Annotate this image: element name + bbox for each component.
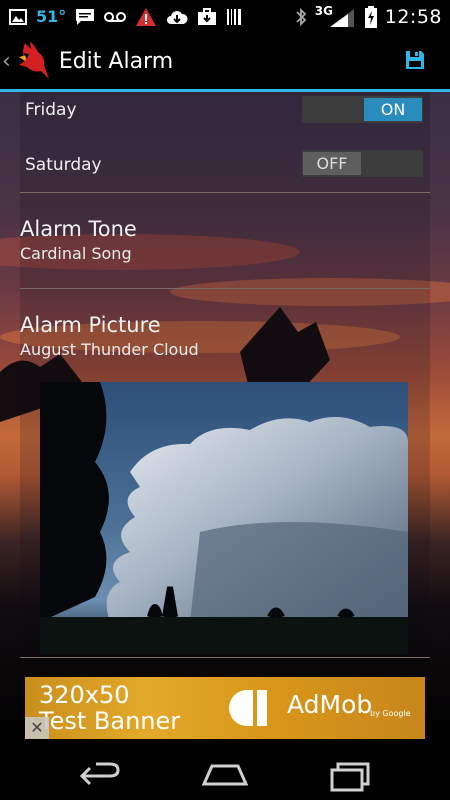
ad-banner[interactable]: 320x50 Test Banner AdMob by Google ✕ <box>25 677 425 739</box>
admob-brand: AdMob <box>287 690 373 719</box>
alarm-settings-content[interactable]: Friday ON Saturday OFF Alarm Tone Cardin… <box>0 92 450 752</box>
action-bar: ‹ Edit Alarm <box>0 33 450 92</box>
cardinal-bird-icon[interactable] <box>11 39 51 83</box>
navigation-bar <box>0 752 450 800</box>
divider <box>20 657 430 658</box>
image-icon <box>9 8 27 25</box>
day-row-saturday: Saturday OFF <box>25 150 425 205</box>
alarm-tone-setting[interactable]: Alarm Tone Cardinal Song <box>20 217 430 263</box>
toggle-state: ON <box>364 98 422 121</box>
day-row-friday: Friday ON <box>25 96 425 150</box>
close-icon[interactable]: ✕ <box>25 717 49 739</box>
floppy-save-icon[interactable] <box>404 49 426 71</box>
toggle-state: OFF <box>303 152 361 175</box>
chat-icon <box>76 8 95 25</box>
alarm-picture-value: August Thunder Cloud <box>20 340 199 359</box>
clock: 12:58 <box>384 5 442 28</box>
ad-size-label: 320x50 <box>39 681 130 709</box>
temperature: 51° <box>36 7 67 26</box>
home-icon[interactable] <box>200 758 250 794</box>
ad-test-label: Test Banner <box>39 707 181 735</box>
day-label: Friday <box>25 100 77 120</box>
voicemail-icon <box>104 11 127 22</box>
briefcase-icon <box>198 7 217 25</box>
friday-toggle[interactable]: ON <box>302 96 423 123</box>
admob-logo-icon <box>229 690 267 726</box>
day-label: Saturday <box>25 155 102 175</box>
battery-icon <box>364 5 377 28</box>
page-title: Edit Alarm <box>58 48 174 74</box>
recent-apps-icon[interactable] <box>326 758 374 794</box>
alarm-tone-title: Alarm Tone <box>20 217 137 241</box>
admob-by-google: by Google <box>370 709 411 718</box>
back-icon[interactable] <box>76 758 124 794</box>
ad-banner-text: 320x50 Test Banner <box>39 682 180 734</box>
alarm-tone-value: Cardinal Song <box>20 244 132 263</box>
barcode-icon <box>227 8 242 25</box>
bluetooth-icon <box>296 7 307 26</box>
thunder-cloud-image <box>40 382 408 654</box>
alarm-picture-title: Alarm Picture <box>20 313 161 337</box>
alarm-picture-preview[interactable] <box>40 382 408 654</box>
divider <box>20 192 430 193</box>
warning-icon <box>136 7 157 26</box>
cloud-download-icon <box>167 10 188 24</box>
chevron-left-icon[interactable]: ‹ <box>2 49 11 74</box>
status-bar: 51° 3G 12:58 <box>0 0 450 33</box>
saturday-toggle[interactable]: OFF <box>302 150 423 177</box>
alarm-picture-setting[interactable]: Alarm Picture August Thunder Cloud <box>20 313 430 359</box>
divider <box>20 288 430 289</box>
signal-icon <box>329 8 354 27</box>
